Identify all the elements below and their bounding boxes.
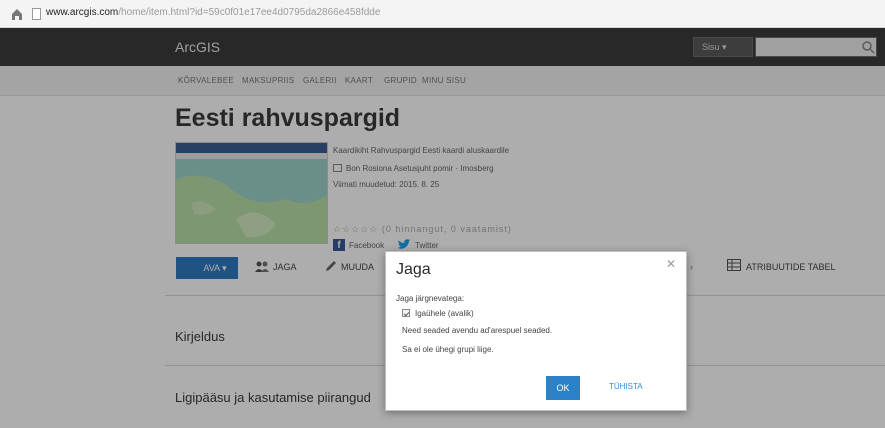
everyone-checkbox[interactable] (402, 309, 410, 317)
ok-button[interactable]: OK (546, 376, 580, 400)
share-dialog: Jaga ✕ Jaga järgnevatega: Igaühele (aval… (385, 251, 687, 411)
dialog-title: Jaga (396, 261, 431, 278)
url-path: /home/item.html?id=59c0f01e17ee4d0795da2… (118, 7, 381, 18)
everyone-option[interactable]: Igaühele (avalik) (402, 309, 474, 318)
browser-address-bar[interactable]: www.arcgis.com/home/item.html?id=59c0f01… (0, 0, 885, 28)
cancel-button[interactable]: TÜHISTA (609, 382, 643, 391)
settings-note: Need seaded avendu ad'arespuel seaded. (402, 326, 553, 335)
url-text[interactable]: www.arcgis.com/home/item.html?id=59c0f01… (46, 7, 380, 18)
home-icon[interactable] (10, 7, 24, 21)
url-domain: www.arcgis.com (46, 7, 119, 18)
close-icon[interactable]: ✕ (666, 257, 676, 271)
groups-note: Sa ei ole ühegi grupi liige. (402, 345, 494, 354)
everyone-option-label: Igaühele (avalik) (415, 309, 474, 318)
share-with-label: Jaga järgnevatega: (396, 294, 465, 303)
page-icon (32, 8, 41, 20)
